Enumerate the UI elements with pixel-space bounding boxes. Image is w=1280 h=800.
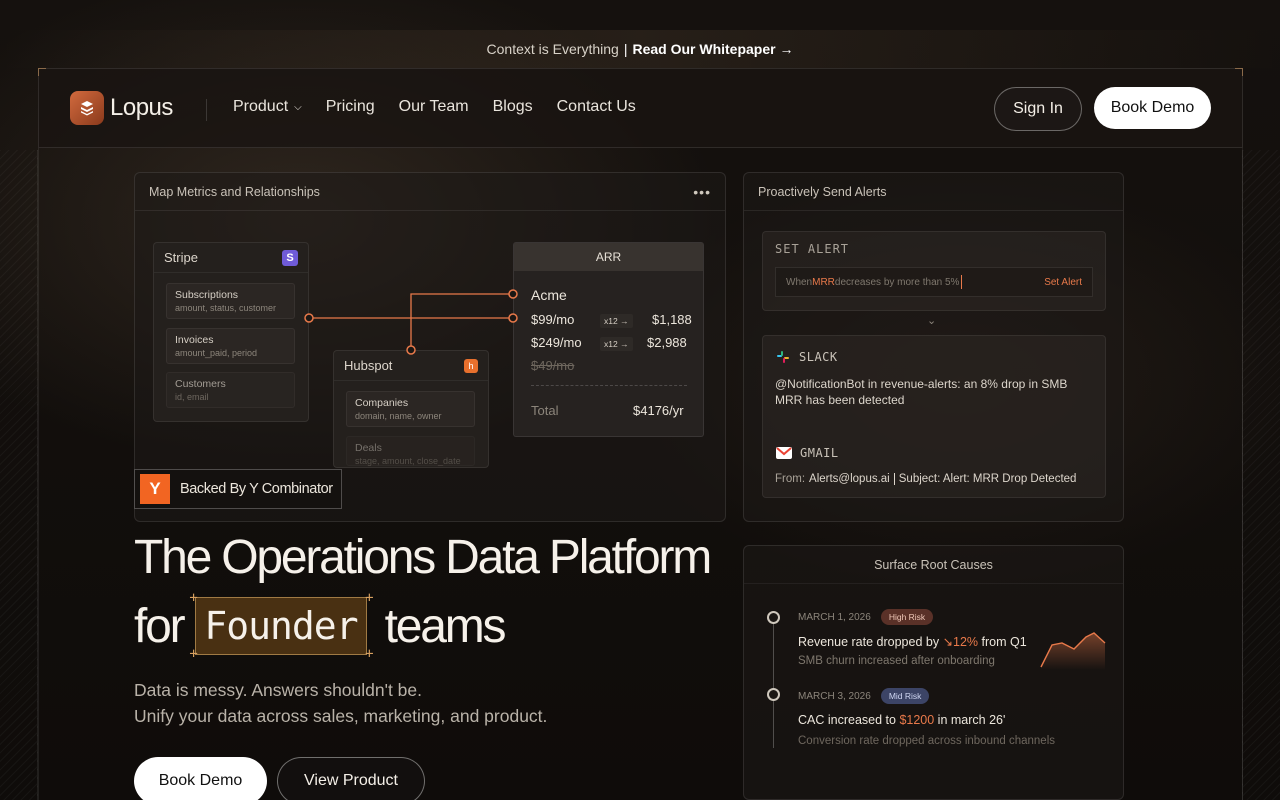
highlight-founder: + + + + Founder xyxy=(189,590,373,662)
timeline-line xyxy=(773,622,774,748)
set-alert-button[interactable]: Set Alert xyxy=(1044,277,1082,288)
event-2-headline: CAC increased to $1200 in march 26' xyxy=(798,713,1006,727)
y-combinator-logo-icon: Y xyxy=(140,474,170,504)
set-alert-label: SET ALERT xyxy=(775,242,850,256)
slack-icon xyxy=(777,351,789,363)
trend-down-icon: ↘ xyxy=(942,635,954,649)
backed-by-text: Backed By Y Combinator xyxy=(180,481,333,497)
sparkline xyxy=(1040,632,1106,670)
timeline-dot xyxy=(767,688,780,701)
event-1-headline: Revenue rate dropped by ↘12% from Q1 xyxy=(798,635,1027,649)
yc-badge[interactable]: Y Backed By Y Combinator xyxy=(134,469,342,509)
chevron-down-icon: ⌄ xyxy=(927,315,937,327)
mid-risk-badge: Mid Risk xyxy=(880,688,930,704)
high-risk-badge: High Risk xyxy=(880,609,934,625)
alerts-panel-title: Proactively Send Alerts xyxy=(758,184,887,199)
hero-title-line-2: for + + + + Founder teams xyxy=(134,590,506,662)
alert-condition-input[interactable]: When MRR decreases by more than 5% Set A… xyxy=(775,267,1093,297)
root-causes-title: Surface Root Causes xyxy=(874,557,993,572)
root-causes-panel: Surface Root Causes xyxy=(743,545,1124,800)
view-product-button[interactable]: View Product xyxy=(277,757,425,800)
event-1-meta: MARCH 1, 2026 High Risk xyxy=(798,609,934,625)
timeline-dot xyxy=(767,611,780,624)
gmail-details: From: Alerts@lopus.ai Subject: Alert: MR… xyxy=(775,473,1077,485)
hero-book-demo-button[interactable]: Book Demo xyxy=(134,757,267,800)
hero-subtitle: Data is messy. Answers shouldn't be. Uni… xyxy=(134,680,548,726)
slack-message: @NotificationBot in revenue-alerts: an 8… xyxy=(775,377,1068,407)
gmail-header: GMAIL xyxy=(775,445,839,461)
slack-header: SLACK xyxy=(775,349,838,365)
event-2-meta: MARCH 3, 2026 Mid Risk xyxy=(798,688,930,704)
event-1-detail: SMB churn increased after onboarding xyxy=(798,655,995,667)
text-cursor xyxy=(961,275,963,289)
gmail-icon xyxy=(776,447,792,459)
hero-title: The Operations Data Platform xyxy=(134,531,712,584)
event-2-detail: Conversion rate dropped across inbound c… xyxy=(798,735,1055,747)
